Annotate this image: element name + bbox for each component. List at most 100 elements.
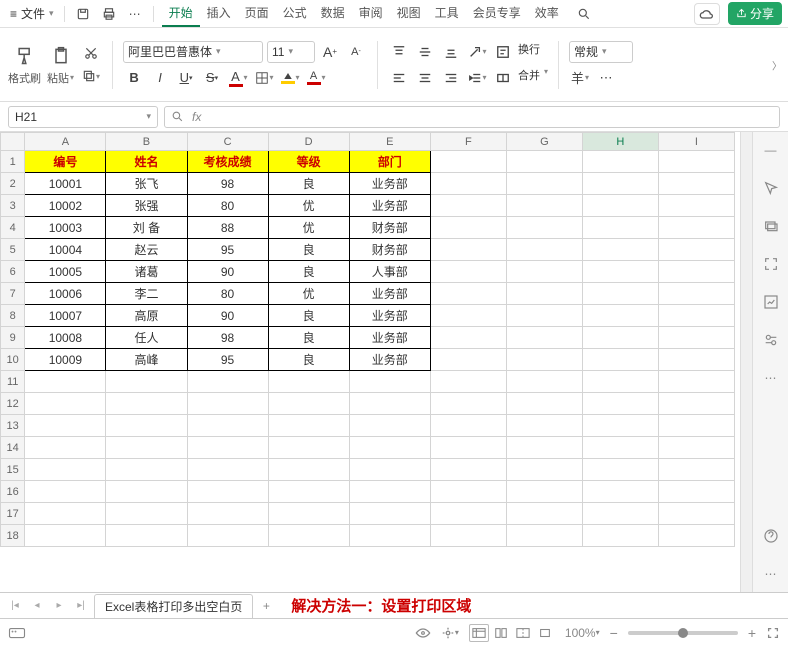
column-header[interactable]: F xyxy=(430,133,506,151)
format-painter-button[interactable]: 格式刷 xyxy=(8,44,41,86)
cell[interactable] xyxy=(658,503,734,525)
cell[interactable] xyxy=(430,283,506,305)
fill-color-button[interactable] xyxy=(279,67,301,89)
column-header[interactable]: C xyxy=(187,133,268,151)
column-header[interactable]: A xyxy=(25,133,106,151)
cell[interactable]: 10002 xyxy=(25,195,106,217)
cell[interactable] xyxy=(658,151,734,173)
cell[interactable] xyxy=(187,481,268,503)
borders-button[interactable] xyxy=(253,67,275,89)
cell[interactable]: 业务部 xyxy=(349,327,430,349)
sheet-tab[interactable]: Excel表格打印多出空白页 xyxy=(94,594,253,618)
cell[interactable] xyxy=(349,371,430,393)
font-name-combo[interactable]: 阿里巴巴普惠体▾ xyxy=(123,41,263,63)
cell[interactable] xyxy=(187,459,268,481)
cell[interactable] xyxy=(430,305,506,327)
row-header[interactable]: 6 xyxy=(1,261,25,283)
cell[interactable] xyxy=(187,371,268,393)
increase-font-icon[interactable]: A+ xyxy=(319,41,341,63)
row-header[interactable]: 12 xyxy=(1,393,25,415)
zoom-out-button[interactable]: − xyxy=(610,625,618,641)
cell[interactable] xyxy=(349,393,430,415)
align-bottom-icon[interactable] xyxy=(440,41,462,63)
cell[interactable] xyxy=(106,503,187,525)
cell[interactable]: 编号 xyxy=(25,151,106,173)
cell[interactable] xyxy=(506,327,582,349)
cell[interactable]: 优 xyxy=(268,195,349,217)
zoom-thumb[interactable] xyxy=(678,628,688,638)
cell[interactable] xyxy=(506,261,582,283)
row-header[interactable]: 2 xyxy=(1,173,25,195)
cell[interactable] xyxy=(582,327,658,349)
cell[interactable]: 考核成绩 xyxy=(187,151,268,173)
cell[interactable] xyxy=(430,371,506,393)
tab-start[interactable]: 开始 xyxy=(162,0,200,27)
cloud-icon[interactable] xyxy=(694,3,720,25)
cell[interactable]: 98 xyxy=(187,173,268,195)
cell[interactable]: 财务部 xyxy=(349,217,430,239)
cell[interactable] xyxy=(25,371,106,393)
vertical-scrollbar[interactable] xyxy=(740,132,752,592)
cell[interactable] xyxy=(349,415,430,437)
orientation-icon[interactable] xyxy=(466,41,488,63)
cell[interactable] xyxy=(658,195,734,217)
cell[interactable] xyxy=(106,459,187,481)
layers-icon[interactable] xyxy=(761,216,781,236)
cell[interactable]: 95 xyxy=(187,349,268,371)
cell[interactable] xyxy=(506,283,582,305)
formula-input[interactable]: fx xyxy=(164,106,780,128)
cell[interactable] xyxy=(268,481,349,503)
cell[interactable]: 10005 xyxy=(25,261,106,283)
cell[interactable] xyxy=(582,239,658,261)
paste-button[interactable]: 粘贴▾ xyxy=(47,44,74,86)
cell[interactable]: 高原 xyxy=(106,305,187,327)
search-icon[interactable] xyxy=(572,3,596,25)
row-header[interactable]: 14 xyxy=(1,437,25,459)
wrap-text-button[interactable] xyxy=(492,41,514,63)
cell[interactable]: 部门 xyxy=(349,151,430,173)
row-header[interactable]: 1 xyxy=(1,151,25,173)
cell[interactable] xyxy=(506,173,582,195)
cell[interactable]: 80 xyxy=(187,283,268,305)
cell[interactable] xyxy=(582,305,658,327)
cell[interactable] xyxy=(582,283,658,305)
cell[interactable] xyxy=(430,151,506,173)
cell[interactable]: 业务部 xyxy=(349,173,430,195)
row-header[interactable]: 10 xyxy=(1,349,25,371)
cell[interactable]: 张强 xyxy=(106,195,187,217)
cell[interactable] xyxy=(25,459,106,481)
cell[interactable]: 良 xyxy=(268,261,349,283)
cell[interactable] xyxy=(506,217,582,239)
cell[interactable] xyxy=(658,459,734,481)
collapse-ribbon-icon[interactable]: 〉 xyxy=(772,57,782,72)
file-menu[interactable]: ≡ 文件 ▾ xyxy=(6,3,58,24)
more-number-icon[interactable]: ⋯ xyxy=(595,67,617,89)
cell[interactable] xyxy=(349,459,430,481)
zoom-value[interactable]: 100% ▾ xyxy=(565,626,600,640)
row-header[interactable]: 7 xyxy=(1,283,25,305)
copy-icon[interactable]: ▾ xyxy=(80,66,102,86)
cell[interactable] xyxy=(106,371,187,393)
column-header[interactable]: D xyxy=(268,133,349,151)
cell[interactable] xyxy=(582,525,658,547)
cell[interactable] xyxy=(349,503,430,525)
tab-insert[interactable]: 插入 xyxy=(200,0,238,27)
cell[interactable] xyxy=(506,151,582,173)
row-header[interactable]: 17 xyxy=(1,503,25,525)
cell[interactable]: 姓名 xyxy=(106,151,187,173)
cell[interactable] xyxy=(582,459,658,481)
column-header[interactable]: I xyxy=(658,133,734,151)
cell[interactable] xyxy=(430,239,506,261)
bold-button[interactable]: B xyxy=(123,67,145,89)
chart-icon[interactable] xyxy=(761,292,781,312)
cell[interactable]: 良 xyxy=(268,349,349,371)
highlight-button[interactable]: A xyxy=(305,67,327,89)
row-header[interactable]: 11 xyxy=(1,371,25,393)
column-header[interactable]: G xyxy=(506,133,582,151)
cell[interactable]: 等级 xyxy=(268,151,349,173)
tab-formula[interactable]: 公式 xyxy=(276,0,314,27)
row-header[interactable]: 5 xyxy=(1,239,25,261)
select-icon[interactable] xyxy=(761,178,781,198)
cell[interactable]: 优 xyxy=(268,217,349,239)
cell[interactable]: 88 xyxy=(187,217,268,239)
